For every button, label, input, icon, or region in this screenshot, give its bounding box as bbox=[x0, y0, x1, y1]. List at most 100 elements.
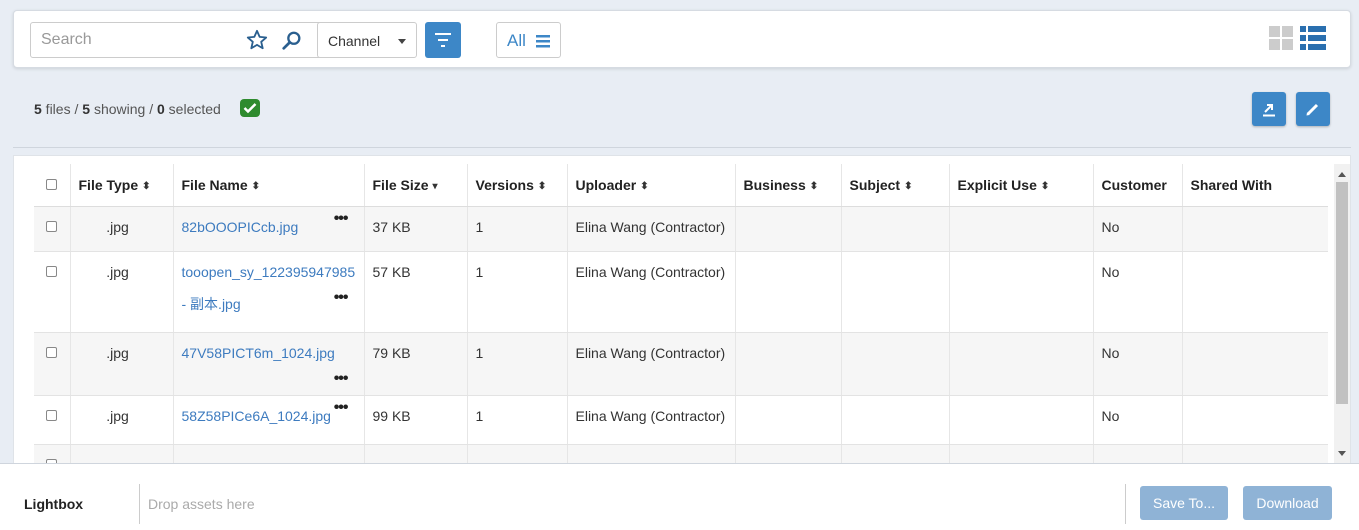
customer-cell: No bbox=[1093, 251, 1183, 333]
subject-cell bbox=[841, 332, 950, 396]
file-size-cell bbox=[364, 444, 468, 464]
more-options-icon[interactable]: ••• bbox=[334, 210, 349, 226]
header-label: File Size bbox=[372, 176, 429, 193]
row-checkbox-cell[interactable] bbox=[34, 332, 71, 396]
explicit-use-cell bbox=[949, 332, 1094, 396]
channel-dropdown[interactable]: Channel bbox=[317, 22, 417, 58]
file-name-cell: 82bOOOPICcb.jpg ••• bbox=[173, 206, 365, 252]
sort-icon: ⬍ bbox=[537, 180, 547, 192]
row-checkbox-cell[interactable] bbox=[34, 444, 71, 464]
versions-cell: 1 bbox=[467, 251, 568, 333]
lightbox-bar: Lightbox Drop assets here Save To... Dow… bbox=[0, 463, 1359, 530]
customer-cell: No bbox=[1093, 395, 1183, 445]
subject-cell bbox=[841, 251, 950, 333]
save-to-button[interactable]: Save To... bbox=[1140, 486, 1228, 520]
search-input[interactable] bbox=[41, 30, 241, 50]
header-uploader[interactable]: Uploader ⬍ bbox=[567, 164, 736, 207]
header-subject[interactable]: Subject ⬍ bbox=[841, 164, 950, 207]
file-count-status: 5 files / 5 showing / 0 selected bbox=[34, 101, 221, 117]
row-checkbox[interactable] bbox=[46, 409, 57, 421]
scroll-down-icon[interactable] bbox=[1338, 451, 1346, 456]
row-checkbox[interactable] bbox=[46, 346, 57, 358]
scroll-up-icon[interactable] bbox=[1338, 172, 1346, 177]
file-table: File Type ⬍ File Name ⬍ File Size ▾ Version… bbox=[34, 164, 1328, 464]
header-file-type[interactable]: File Type ⬍ bbox=[70, 164, 174, 207]
explicit-use-cell bbox=[949, 206, 1094, 252]
file-name-link[interactable]: 58Z58PICe6A_1024.jpg bbox=[182, 400, 331, 432]
subject-cell bbox=[841, 395, 950, 445]
subject-cell bbox=[841, 206, 950, 252]
file-name-cell: tooopen_sy_122395947985 - 副本.jpg ••• bbox=[173, 251, 365, 333]
search-box[interactable] bbox=[30, 22, 322, 58]
header-explicit-use[interactable]: Explicit Use ⬍ bbox=[949, 164, 1094, 207]
file-name-cell: 47V58PICT6m_1024.jpg ••• bbox=[173, 332, 365, 396]
header-business[interactable]: Business ⬍ bbox=[735, 164, 842, 207]
selected-count: 0 bbox=[157, 101, 165, 117]
file-type-cell bbox=[70, 444, 174, 464]
check-icon bbox=[243, 103, 257, 114]
shared-with-cell bbox=[1182, 332, 1328, 396]
table-row[interactable]: .jpg 82bOOOPICcb.jpg ••• 37 KB 1 Elina Wa… bbox=[34, 206, 1328, 252]
more-options-icon[interactable]: ••• bbox=[334, 370, 349, 386]
star-icon[interactable] bbox=[246, 29, 268, 51]
row-checkbox-cell[interactable] bbox=[34, 251, 71, 333]
shared-with-cell bbox=[1182, 251, 1328, 333]
table-scroll-area[interactable]: File Type ⬍ File Name ⬍ File Size ▾ Version… bbox=[34, 164, 1328, 464]
download-button[interactable]: Download bbox=[1243, 486, 1332, 520]
header-shared-with[interactable]: Shared With bbox=[1182, 164, 1328, 207]
row-checkbox[interactable] bbox=[46, 220, 57, 232]
search-icon[interactable] bbox=[281, 30, 303, 52]
lightbox-drop-zone[interactable]: Drop assets here bbox=[148, 496, 255, 512]
table-row[interactable]: .jpg 58Z58PICe6A_1024.jpg ••• 99 KB 1 Eli… bbox=[34, 395, 1328, 445]
table-row[interactable]: .jpg 47V58PICT6m_1024.jpg ••• 79 KB 1 Eli… bbox=[34, 332, 1328, 396]
header-label: Customer bbox=[1101, 176, 1167, 193]
table-row[interactable]: .jpg tooopen_sy_122395947985 - 副本.jpg •••… bbox=[34, 251, 1328, 333]
row-checkbox-cell[interactable] bbox=[34, 395, 71, 445]
business-cell bbox=[735, 206, 842, 252]
select-all-checkbox-cell[interactable] bbox=[34, 164, 71, 207]
header-label: Uploader bbox=[575, 176, 637, 193]
header-file-name[interactable]: File Name ⬍ bbox=[173, 164, 365, 207]
more-options-icon[interactable]: ••• bbox=[334, 399, 349, 415]
pencil-icon bbox=[1306, 103, 1319, 116]
row-checkbox-cell[interactable] bbox=[34, 206, 71, 252]
file-type-cell: .jpg bbox=[70, 395, 174, 445]
select-all-checkbox[interactable] bbox=[46, 178, 57, 190]
sort-desc-icon: ▾ bbox=[432, 180, 438, 192]
select-all-check-button[interactable] bbox=[240, 99, 260, 117]
file-table-panel: File Type ⬍ File Name ⬍ File Size ▾ Version… bbox=[13, 155, 1351, 465]
header-customer[interactable]: Customer bbox=[1093, 164, 1183, 207]
toolbar: Channel All bbox=[13, 10, 1351, 68]
sort-icon: ⬍ bbox=[142, 180, 151, 192]
file-name-link[interactable]: 47V58PICT6m_1024.jpg bbox=[182, 337, 335, 369]
files-label: files / bbox=[41, 101, 83, 117]
filter-icon bbox=[435, 33, 451, 47]
header-label: Business bbox=[743, 176, 806, 193]
file-size-cell: 79 KB bbox=[364, 332, 468, 396]
edit-button[interactable] bbox=[1296, 92, 1330, 126]
file-name-link[interactable]: 82bOOOPICcb.jpg bbox=[182, 211, 299, 243]
scrollbar-thumb[interactable] bbox=[1336, 182, 1348, 404]
shared-with-cell bbox=[1182, 395, 1328, 445]
file-name-cell: 58Z58PICe6A_1024.jpg ••• bbox=[173, 395, 365, 445]
export-button[interactable] bbox=[1252, 92, 1286, 126]
all-scope-button[interactable]: All bbox=[496, 22, 561, 58]
file-size-cell: 37 KB bbox=[364, 206, 468, 252]
explicit-use-cell bbox=[949, 444, 1094, 464]
header-versions[interactable]: Versions ⬍ bbox=[467, 164, 568, 207]
sort-icon: ⬍ bbox=[1040, 180, 1050, 192]
list-view-icon[interactable] bbox=[1300, 25, 1326, 51]
table-row[interactable] bbox=[34, 444, 1328, 464]
header-file-size[interactable]: File Size ▾ bbox=[364, 164, 468, 207]
filter-button[interactable] bbox=[425, 22, 461, 58]
grid-view-icon[interactable] bbox=[1269, 26, 1293, 50]
business-cell bbox=[735, 332, 842, 396]
versions-cell: 1 bbox=[467, 332, 568, 396]
row-checkbox[interactable] bbox=[46, 265, 57, 277]
versions-cell: 1 bbox=[467, 206, 568, 252]
section-divider bbox=[13, 147, 1351, 148]
file-name-link[interactable]: tooopen_sy_122395947985 - 副本.jpg bbox=[182, 256, 356, 320]
files-count: 5 bbox=[34, 101, 42, 117]
vertical-scrollbar[interactable] bbox=[1334, 164, 1350, 464]
more-options-icon[interactable]: ••• bbox=[334, 289, 349, 305]
